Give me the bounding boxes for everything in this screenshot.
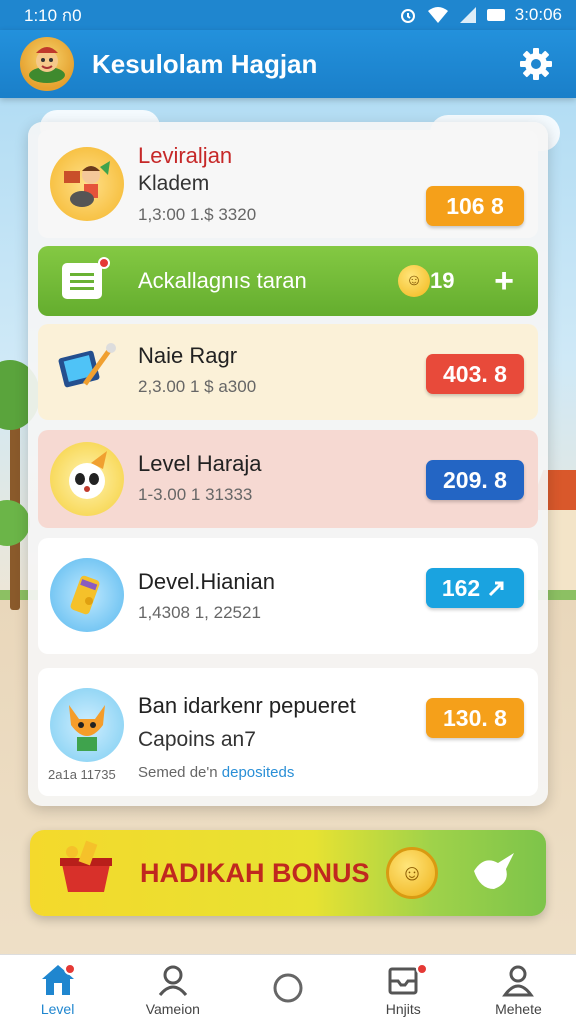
wifi-icon: [427, 7, 448, 23]
value-button[interactable]: 403. 8: [426, 354, 524, 394]
circle-icon: [273, 973, 303, 1002]
level-name: Naie Ragr: [138, 343, 238, 368]
status-icons: 3:0:06: [399, 5, 562, 25]
bird-icon[interactable]: [470, 849, 518, 898]
nav-label: Vameion: [145, 1000, 200, 1017]
deposit-link[interactable]: depositeds: [222, 764, 295, 781]
status-time-left: 1:10 ก0: [24, 5, 82, 25]
list-item[interactable]: Leviraljan Kladem 1,3:00 1.$ 3320 106 8: [38, 130, 538, 238]
user-icon: [502, 965, 535, 996]
level-meta: 1,4308 1, 22521: [138, 603, 261, 622]
fox-avatar: [50, 688, 124, 762]
level-name: Ban idarkenr pepueret: [138, 693, 356, 718]
trophy-avatar: [50, 558, 124, 632]
bonus-label: HADIKAH BONUS: [140, 857, 370, 888]
action-label: Ackallagnıs taran: [138, 268, 307, 293]
level-meta: 2,3.00 1 $ a300: [138, 377, 257, 396]
value-label: 130. 8: [443, 704, 507, 731]
level-meta: 1-3.00 1 31333: [138, 485, 253, 504]
coin-value: 19: [430, 268, 455, 293]
gift-basket-icon: [54, 838, 118, 909]
app-bar: Kesulolam Hagjan: [0, 30, 576, 98]
value-button[interactable]: 209. 8: [426, 460, 524, 500]
nav-label: Level: [40, 1000, 75, 1017]
alarm-icon: [400, 9, 415, 23]
value-button[interactable]: 162: [426, 568, 524, 608]
list-item[interactable]: Naie Ragr 2,3.00 1 $ a300 403. 8: [38, 324, 538, 420]
avatar-caption: 2a1a 11735: [48, 767, 116, 782]
tablet-icon: [50, 335, 124, 409]
character-avatar: [50, 147, 124, 221]
status-bar: 1:10 ก0 3:0:06: [0, 0, 576, 30]
mascot-logo-icon: [20, 37, 74, 91]
plus-icon[interactable]: +: [494, 262, 514, 301]
nav-label: Mehete: [495, 1000, 542, 1017]
list-icon: [62, 257, 110, 299]
arrow-right-icon: [489, 581, 504, 597]
app-title: Kesulolam Hagjan: [92, 48, 318, 79]
value-button[interactable]: 130. 8: [426, 698, 524, 738]
level-meta-text: Semed de'n: [138, 764, 218, 781]
panda-avatar: [50, 442, 124, 516]
value-label: 106 8: [446, 192, 504, 219]
status-time-right: 3:0:06: [514, 5, 562, 24]
notification-dot: [98, 257, 110, 269]
coin-badge: ☺ 19: [398, 265, 454, 297]
notification-dot: [64, 963, 76, 975]
level-name: Leviraljan: [138, 143, 233, 168]
list-item[interactable]: Level Haraja 1-3.00 1 31333 209. 8: [38, 430, 538, 528]
nav-item-hnjits[interactable]: Hnjits: [346, 955, 461, 1024]
value-label: 403. 8: [443, 360, 507, 387]
level-subtitle: Kladem: [138, 172, 210, 195]
value-button[interactable]: 106 8: [426, 186, 524, 226]
nav-item-level[interactable]: Level: [0, 955, 115, 1024]
level-name: Devel.Hianian: [138, 569, 275, 594]
level-meta: 1,3:00 1.$ 3320: [138, 205, 257, 224]
bottom-nav: Level Vameion Hnjits Mehete: [0, 954, 576, 1024]
action-bar[interactable]: Ackallagnıs taran ☺ 19 +: [38, 246, 538, 316]
list-item[interactable]: 2a1a 11735 Ban idarkenr pepueret Capoins…: [38, 668, 538, 796]
nav-item-center[interactable]: [230, 955, 345, 1024]
level-list-panel: Leviraljan Kladem 1,3:00 1.$ 3320 106 8 …: [28, 122, 548, 806]
notification-dot: [415, 963, 428, 975]
value-label: 162: [441, 574, 481, 601]
signal-icon: [459, 7, 476, 23]
list-item[interactable]: Devel.Hianian 1,4308 1, 22521 162: [38, 538, 538, 654]
level-name: Level Haraja: [138, 451, 262, 476]
profile-icon: [158, 965, 187, 996]
battery-icon: [486, 9, 505, 21]
value-label: 209. 8: [443, 466, 507, 493]
gear-icon[interactable]: [516, 44, 556, 84]
bonus-banner[interactable]: HADIKAH BONUS ☺: [30, 830, 546, 916]
nav-item-vameion[interactable]: Vameion: [115, 955, 230, 1024]
nav-label: Hnjits: [385, 1000, 421, 1017]
level-meta: Semed de'n depositeds: [138, 760, 356, 786]
coin-icon: ☺: [386, 847, 438, 899]
level-subtitle: Capoins an7: [138, 728, 256, 751]
coin-icon: ☺: [398, 265, 430, 297]
nav-item-mehete[interactable]: Mehete: [461, 955, 576, 1024]
